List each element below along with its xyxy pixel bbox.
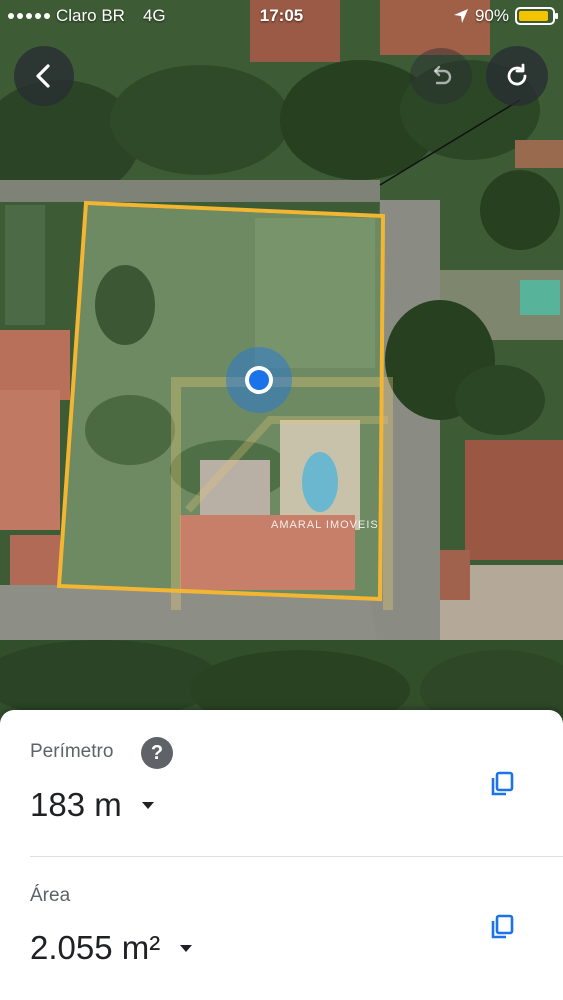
- location-arrow-icon: [453, 9, 468, 23]
- copy-perimeter-button[interactable]: [484, 766, 520, 802]
- watermark-text: AMARAL IMOVEIS: [271, 519, 379, 531]
- back-arrow-icon: [36, 64, 50, 88]
- copy-icon: [491, 914, 514, 939]
- battery-percent: 90%: [474, 6, 509, 25]
- undo-icon: [433, 65, 452, 85]
- redo-icon: [507, 63, 527, 86]
- copy-area-button[interactable]: [484, 909, 520, 945]
- help-circle-icon[interactable]: ?: [141, 737, 173, 769]
- area-value: 2.055 m²: [30, 929, 161, 966]
- satellite-map[interactable]: AMARAL IMOVEIS: [0, 0, 563, 740]
- copy-icon: [491, 771, 514, 796]
- perimeter-value-selector[interactable]: 183 m: [30, 786, 154, 824]
- location-dot-icon: [226, 347, 292, 413]
- undo-button[interactable]: [410, 48, 472, 104]
- chevron-down-icon: [180, 944, 193, 952]
- back-button[interactable]: [14, 46, 74, 106]
- area-value-selector[interactable]: 2.055 m²: [30, 929, 193, 967]
- area-label: Área: [30, 885, 71, 906]
- chevron-down-icon: [141, 801, 154, 809]
- battery-icon: [515, 7, 558, 25]
- perimeter-value: 183 m: [30, 786, 122, 823]
- perimeter-label: Perímetro: [30, 741, 114, 762]
- battery-fill: [519, 11, 548, 21]
- status-bar: Claro BR 4G 17:05 90%: [0, 0, 563, 34]
- redo-button[interactable]: [486, 46, 548, 106]
- divider: [30, 856, 563, 857]
